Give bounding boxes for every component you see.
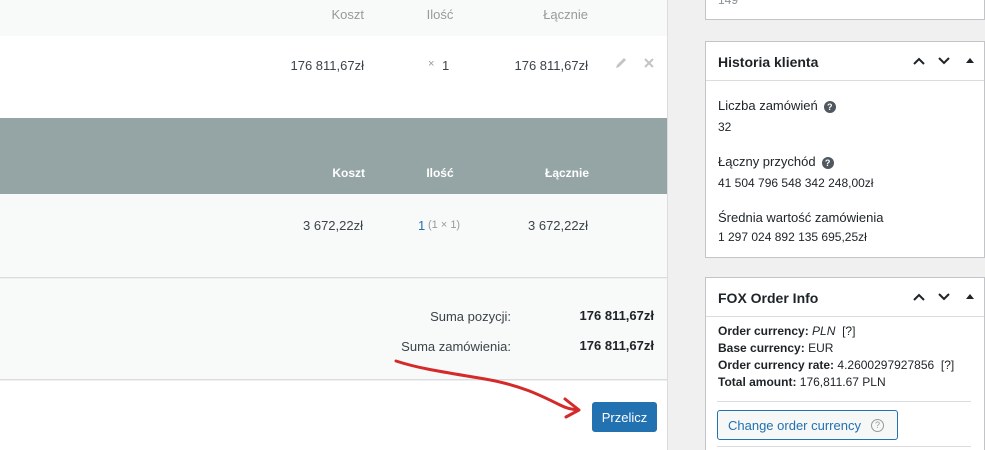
items-subtotal-value: 176 811,67zł <box>579 308 654 323</box>
change-order-currency-button[interactable]: Change order currency ? <box>717 410 898 440</box>
refund-total: 3 672,22zł <box>528 218 588 233</box>
move-down-icon[interactable] <box>936 53 952 69</box>
refund-qty-detail: (1 × 1) <box>428 219 461 231</box>
collapse-toggle-icon[interactable] <box>962 53 978 69</box>
content-divider <box>667 0 668 450</box>
order-item-row: 176 811,67zł × 1 176 811,67zł <box>0 36 667 118</box>
top-panel: 149 <box>705 0 985 20</box>
customer-history-header: Historia klienta <box>706 42 984 81</box>
currency-rate-help[interactable]: [?] <box>941 358 954 372</box>
top-panel-partial-text: 149 <box>718 0 739 7</box>
recalculate-button[interactable]: Przelicz <box>592 402 657 432</box>
question-circle-icon: ? <box>870 418 884 432</box>
base-currency-line: Base currency: EUR <box>718 341 834 355</box>
annotation-arrow <box>394 359 581 419</box>
fox-divider <box>717 401 971 402</box>
help-icon: ? <box>823 100 836 113</box>
fox-order-info-title: FOX Order Info <box>718 290 819 306</box>
item-qty: 1 <box>442 58 450 73</box>
avg-order-value: 1 297 024 892 135 695,25zł <box>718 230 867 244</box>
orders-count-label: Liczba zamówień? <box>718 98 836 113</box>
move-up-icon[interactable] <box>911 289 927 305</box>
help-icon: ? <box>821 156 834 169</box>
item-cost: 176 811,67zł <box>290 58 365 73</box>
avg-order-label: Średnia wartość zamówienia <box>718 210 884 225</box>
currency-rate-line: Order currency rate: 4.2600297927856 [?] <box>718 358 955 372</box>
orders-count-value: 32 <box>718 120 732 134</box>
refund-header-cost: Koszt <box>332 166 365 180</box>
move-up-icon[interactable] <box>911 53 927 69</box>
column-header-qty: Ilość <box>426 7 454 22</box>
refund-header-qty: Ilość <box>426 166 454 180</box>
collapse-toggle-icon[interactable] <box>962 289 978 305</box>
order-total-label: Suma zamówienia: <box>401 339 511 354</box>
order-currency-line: Order currency: PLN [?] <box>718 324 856 338</box>
move-down-icon[interactable] <box>936 289 952 305</box>
total-amount-line: Total amount: 176,811.67 PLN <box>718 375 886 389</box>
items-table-header: Koszt Ilość Łącznie <box>0 0 667 36</box>
revenue-value: 41 504 796 548 342 248,00zł <box>718 176 874 190</box>
change-order-currency-label: Change order currency <box>728 417 861 433</box>
refund-header-total: Łącznie <box>544 166 589 180</box>
edit-pencil-icon[interactable] <box>614 56 628 70</box>
fox-order-info-header: FOX Order Info <box>706 278 984 317</box>
refund-qty: 1 <box>418 218 426 233</box>
column-header-total: Łącznie <box>543 7 588 22</box>
customer-history-panel: Historia klienta Liczba zamówień? 32 Łąc… <box>705 41 985 258</box>
times-sign: × <box>428 58 435 70</box>
item-total: 176 811,67zł <box>514 58 589 73</box>
refund-item-row: 3 672,22zł 1 (1 × 1) 3 672,22zł <box>0 194 667 278</box>
order-currency-help[interactable]: [?] <box>842 324 855 338</box>
items-subtotal-label: Suma pozycji: <box>430 309 511 324</box>
refunds-table-header: Koszt Ilość Łącznie <box>0 118 667 194</box>
fox-divider-bottom <box>717 446 971 447</box>
order-total-value: 176 811,67zł <box>579 338 654 353</box>
customer-history-title: Historia klienta <box>718 54 819 70</box>
revenue-label: Łączny przychód? <box>718 154 834 169</box>
refund-cost: 3 672,22zł <box>303 218 363 233</box>
column-header-cost: Koszt <box>331 7 364 22</box>
delete-x-icon[interactable] <box>642 56 656 70</box>
